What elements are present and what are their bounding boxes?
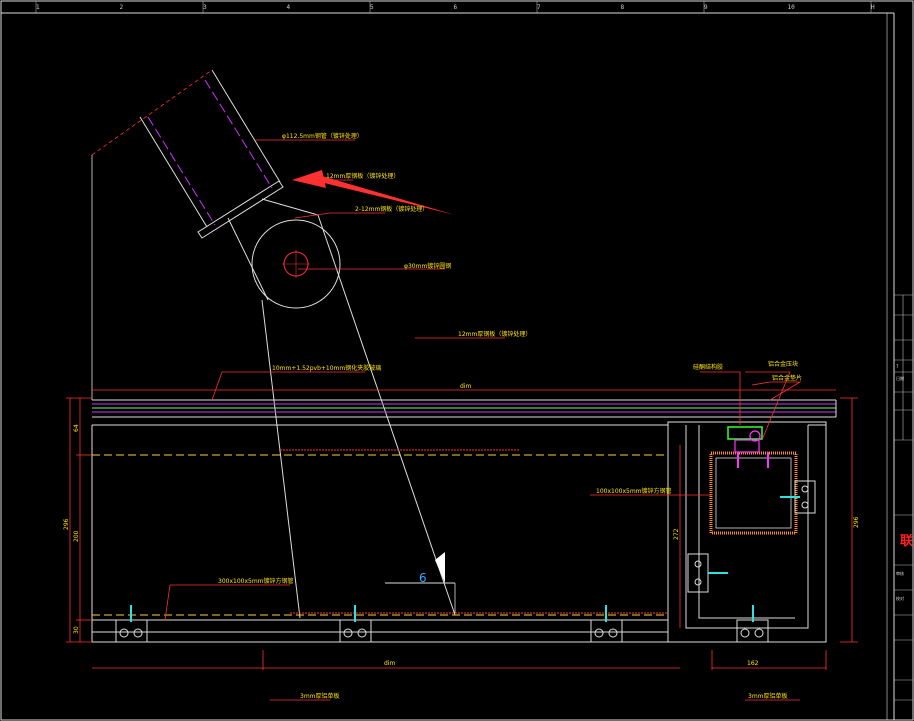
ruler-label: 4 bbox=[287, 4, 291, 11]
dim-left-total: 296 bbox=[63, 518, 70, 530]
dim-bottom-bay: 162 bbox=[747, 660, 759, 667]
label-rect-tube: 100x100x5mm镀锌方钢管 bbox=[596, 487, 672, 495]
label-plate-1: 12mm厚钢板（镀锌处理） bbox=[326, 172, 399, 180]
label-plate-2: 2-12mm钢板（镀锌处理） bbox=[355, 205, 428, 213]
section-number: 6 bbox=[419, 571, 427, 585]
label-bottom-tube: 300x100x5mm镀锌方钢管 bbox=[218, 577, 294, 585]
inclined-tube bbox=[91, 69, 281, 400]
label-pin: φ30mm镀锌圆钢 bbox=[404, 262, 451, 270]
label-silicone: 硅酮结构胶 bbox=[693, 363, 723, 371]
ruler-label: H bbox=[871, 4, 875, 11]
label-bottom-plate-1: 3mm厚铝单板 bbox=[300, 692, 340, 700]
steel-rect-tube bbox=[709, 451, 798, 535]
ruler-label: 1 bbox=[36, 4, 40, 11]
title-block-row-2: 日期 bbox=[896, 375, 904, 381]
dim-left-top: 64 bbox=[73, 424, 80, 432]
dim-top-span: dim bbox=[460, 383, 471, 390]
title-block-row-3: 审核 bbox=[896, 570, 904, 576]
main-frame bbox=[91, 424, 668, 643]
bottom-brackets bbox=[115, 619, 769, 643]
title-block bbox=[894, 294, 913, 701]
ruler-label: 10 bbox=[788, 4, 796, 11]
ruler-labels: 1 2 3 4 5 6 7 8 9 10 H bbox=[36, 4, 875, 11]
title-block-row-1: 7 bbox=[896, 364, 899, 369]
dim-right-total: 296 bbox=[853, 516, 860, 528]
label-tube-spec: φ112.5mm钢管（镀锌处理） bbox=[282, 132, 363, 140]
label-glass: 10mm+1.52pvb+10mm钢化夹胶玻璃 bbox=[272, 364, 381, 372]
ruler-label: 8 bbox=[621, 4, 625, 11]
label-gasket: 铝合金垫片 bbox=[772, 374, 802, 382]
label-bottom-plate-2: 3mm厚铝单板 bbox=[748, 692, 788, 700]
dim-bottom-span: dim bbox=[384, 660, 395, 667]
lug-plate bbox=[227, 198, 341, 309]
ruler-label: 5 bbox=[370, 4, 374, 11]
clamp-assembly bbox=[727, 426, 769, 468]
ruler-label: 3 bbox=[203, 4, 207, 11]
title-block-logo: 联 bbox=[900, 534, 913, 549]
end-plate bbox=[197, 180, 284, 239]
dim-left-mid: 200 bbox=[73, 530, 80, 542]
leader-lines bbox=[164, 139, 802, 701]
title-block-row-4: 校对 bbox=[896, 595, 904, 601]
ruler-label: 7 bbox=[537, 4, 541, 11]
ruler-label: 9 bbox=[704, 4, 708, 11]
label-clamp: 铝合金压块 bbox=[768, 360, 798, 368]
dim-bay-height: 272 bbox=[673, 528, 680, 540]
dim-left-bottom: 30 bbox=[73, 626, 80, 634]
ruler-label: 6 bbox=[454, 4, 458, 11]
hidden-lines bbox=[92, 449, 668, 616]
glass-panel bbox=[92, 399, 837, 418]
cad-drawing-canvas[interactable]: 1 2 3 4 5 6 7 8 9 10 H 联 7 日期 审核 校对 6 φ1… bbox=[0, 0, 914, 721]
side-screws bbox=[708, 496, 800, 574]
ruler-label: 2 bbox=[120, 4, 124, 11]
label-plate-3: 12mm厚钢板（镀锌处理） bbox=[458, 330, 531, 338]
